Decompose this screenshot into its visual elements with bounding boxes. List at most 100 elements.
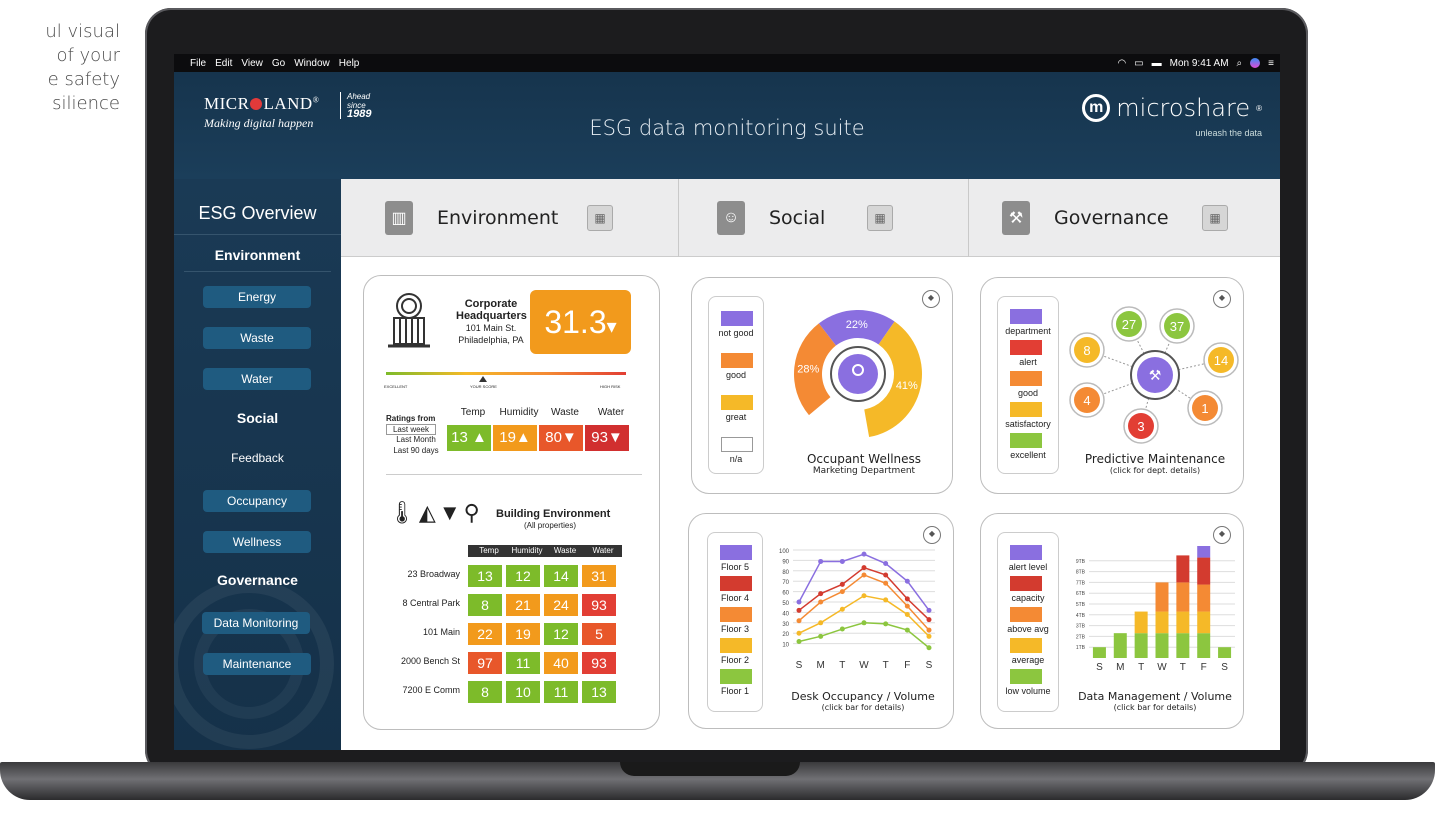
tab-environment[interactable]: ▥ Environment ▦: [341, 179, 679, 257]
data-point[interactable]: [861, 620, 867, 626]
expand-icon[interactable]: ◆: [923, 526, 941, 544]
wifi-icon[interactable]: ◠: [1117, 58, 1126, 69]
building-cell[interactable]: 12: [506, 565, 540, 587]
expand-icon[interactable]: ◆: [922, 290, 940, 308]
building-cell[interactable]: 21: [506, 594, 540, 616]
bar-segment[interactable]: [1113, 633, 1127, 658]
building-cell[interactable]: 12: [544, 623, 578, 645]
sidebar-head-governance[interactable]: Governance: [174, 572, 341, 588]
calendar-icon[interactable]: ▦: [867, 205, 893, 231]
sidebar-item-wellness[interactable]: Wellness: [203, 531, 311, 553]
maintenance-network[interactable]: ⚒ 27 37 8 14 4 1 3: [1069, 296, 1239, 446]
data-point[interactable]: [926, 645, 932, 651]
data-point[interactable]: [926, 607, 932, 613]
hq-rating-cell[interactable]: 13 ▲: [447, 425, 491, 451]
sidebar-head-social[interactable]: Social: [174, 410, 341, 426]
data-point[interactable]: [796, 639, 802, 645]
bar-segment[interactable]: [1218, 647, 1232, 658]
data-point[interactable]: [861, 565, 867, 571]
menu-help[interactable]: Help: [339, 58, 360, 69]
data-point[interactable]: [904, 611, 910, 617]
sidebar-item-waste[interactable]: Waste: [203, 327, 311, 349]
desk-occupancy-card[interactable]: ◆ Floor 5 Floor 4 Floor 3 Floor 2 Floor 1 10…: [688, 513, 954, 729]
hq-score[interactable]: 31.3▾: [530, 290, 631, 354]
building-cell[interactable]: 31: [582, 565, 616, 587]
bar-segment[interactable]: [1176, 555, 1190, 583]
data-point[interactable]: [926, 633, 932, 639]
hq-rating-cell[interactable]: 19▲: [493, 425, 537, 451]
data-point[interactable]: [883, 580, 889, 586]
sidebar-item-occupancy[interactable]: Occupancy: [203, 490, 311, 512]
tab-governance[interactable]: ⚒ Governance ▦: [969, 179, 1280, 257]
wellness-donut[interactable]: 28% 22% 41%: [788, 310, 928, 440]
desk-line-chart[interactable]: 100 90 80 70 60 50 40 30 20 10 S M T W T F S: [771, 546, 941, 676]
bar-segment[interactable]: [1155, 611, 1169, 634]
data-point[interactable]: [796, 607, 802, 613]
airplay-icon[interactable]: ▭: [1134, 58, 1143, 69]
data-point[interactable]: [839, 626, 845, 632]
building-cell[interactable]: 8: [468, 594, 502, 616]
calendar-icon[interactable]: ▦: [1202, 205, 1228, 231]
data-point[interactable]: [818, 558, 824, 564]
data-point[interactable]: [861, 551, 867, 557]
data-point[interactable]: [796, 630, 802, 636]
bar-segment[interactable]: [1155, 582, 1169, 612]
data-point[interactable]: [796, 618, 802, 624]
building-cell[interactable]: 93: [582, 652, 616, 674]
bar-segment[interactable]: [1176, 633, 1190, 658]
menu-go[interactable]: Go: [272, 58, 285, 69]
hq-rating-cell[interactable]: 80▼: [539, 425, 583, 451]
data-point[interactable]: [818, 591, 824, 597]
search-icon[interactable]: ⌕: [1237, 58, 1243, 69]
tab-social[interactable]: ☺ Social ▦: [679, 179, 969, 257]
data-point[interactable]: [839, 558, 845, 564]
data-point[interactable]: [883, 561, 889, 567]
range-last-90[interactable]: Last 90 days: [386, 446, 446, 455]
data-point[interactable]: [904, 603, 910, 609]
building-cell[interactable]: 10: [506, 681, 540, 703]
calendar-icon[interactable]: ▦: [587, 205, 613, 231]
building-cell[interactable]: 40: [544, 652, 578, 674]
building-cell[interactable]: 97: [468, 652, 502, 674]
bar-segment[interactable]: [1176, 611, 1190, 634]
data-point[interactable]: [883, 597, 889, 603]
bar-segment[interactable]: [1197, 546, 1211, 558]
hq-rating-cell[interactable]: 93▼: [585, 425, 629, 451]
siri-icon[interactable]: [1250, 58, 1261, 68]
data-point[interactable]: [839, 589, 845, 595]
menu-edit[interactable]: Edit: [215, 58, 232, 69]
bar-segment[interactable]: [1092, 647, 1106, 658]
building-cell[interactable]: 13: [468, 565, 502, 587]
sidebar-item-maintenance[interactable]: Maintenance: [203, 653, 311, 675]
building-cell[interactable]: 24: [544, 594, 578, 616]
data-point[interactable]: [839, 581, 845, 587]
data-point[interactable]: [904, 596, 910, 602]
bar-segment[interactable]: [1197, 611, 1211, 634]
building-cell[interactable]: 93: [582, 594, 616, 616]
bar-segment[interactable]: [1197, 633, 1211, 658]
range-last-month[interactable]: Last Month: [386, 435, 446, 444]
data-point[interactable]: [796, 599, 802, 605]
bar-segment[interactable]: [1134, 633, 1148, 658]
menu-window[interactable]: Window: [294, 58, 330, 69]
range-last-week[interactable]: Last week: [386, 424, 436, 435]
menu-view[interactable]: View: [241, 58, 263, 69]
menu-file[interactable]: File: [190, 58, 206, 69]
control-center-icon[interactable]: ≡: [1268, 58, 1274, 69]
maintenance-card[interactable]: ◆ department alert good satisfactory excelle…: [980, 277, 1244, 494]
building-cell[interactable]: 22: [468, 623, 502, 645]
sidebar-item-feedback[interactable]: Feedback: [174, 451, 341, 465]
data-point[interactable]: [818, 633, 824, 639]
sidebar-head-environment[interactable]: Environment: [184, 247, 331, 272]
battery-icon[interactable]: ▬: [1152, 58, 1162, 69]
sidebar-item-energy[interactable]: Energy: [203, 286, 311, 308]
data-point[interactable]: [861, 593, 867, 599]
bar-segment[interactable]: [1176, 582, 1190, 612]
building-cell[interactable]: 8: [468, 681, 502, 703]
data-point[interactable]: [926, 627, 932, 633]
data-point[interactable]: [839, 606, 845, 612]
bar-segment[interactable]: [1197, 584, 1211, 612]
datamgmt-bar-chart[interactable]: 9TB 8TB 7TB 6TB 5TB 4TB 3TB 2TB 1TB S M T W T F S: [1065, 546, 1239, 680]
data-point[interactable]: [883, 621, 889, 627]
data-management-card[interactable]: ◆ alert level capacity above avg average low…: [980, 513, 1244, 729]
